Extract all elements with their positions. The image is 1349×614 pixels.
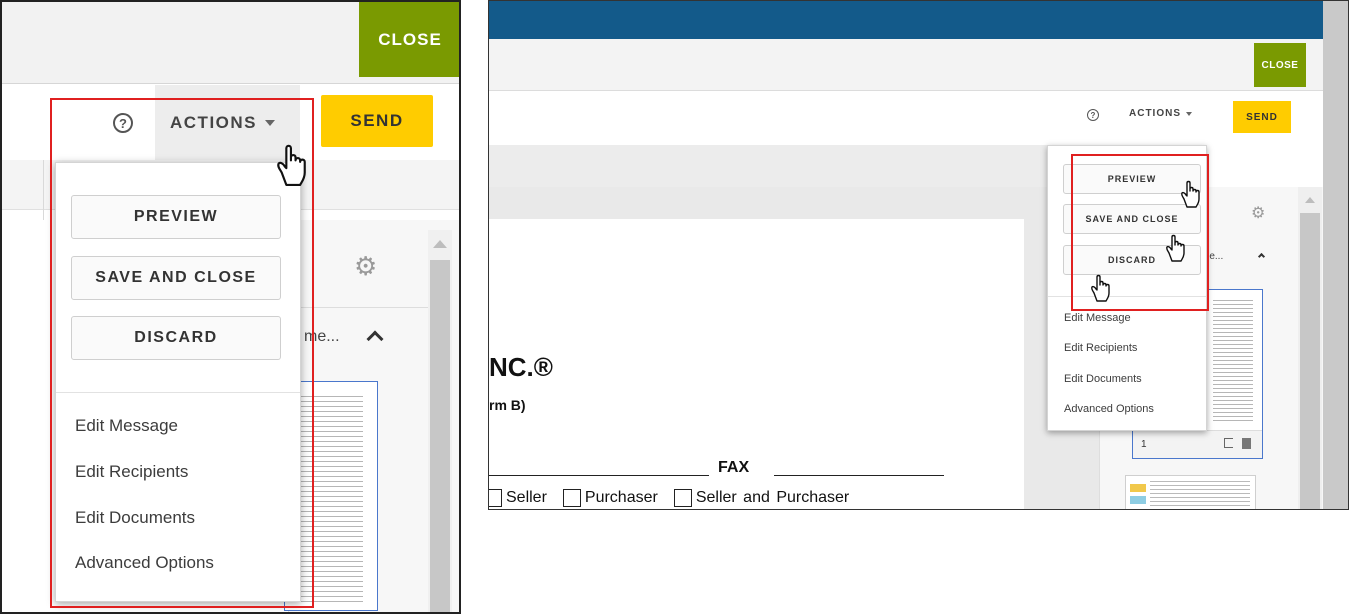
menu-item-advanced-options[interactable]: Advanced Options xyxy=(1064,403,1154,415)
trash-icon[interactable] xyxy=(1242,438,1251,449)
hand-cursor-icon xyxy=(277,144,306,187)
gear-icon[interactable]: ⚙ xyxy=(354,251,377,282)
checkbox-seller[interactable] xyxy=(489,489,502,507)
rotate-icon[interactable] xyxy=(1224,438,1233,448)
checkbox-seller-and-purchaser-label: Seller and Purchaser xyxy=(695,489,850,506)
actions-label: ACTIONS xyxy=(1129,108,1181,119)
close-button[interactable]: CLOSE xyxy=(1254,43,1306,87)
menu-item-edit-documents[interactable]: Edit Documents xyxy=(1064,373,1142,385)
scrollbar-thumb[interactable] xyxy=(1300,213,1320,509)
gear-icon[interactable]: ⚙ xyxy=(1251,203,1265,223)
checkbox-purchaser[interactable] xyxy=(562,489,581,507)
checkbox-row: Seller Purchaser Seller and Purchaser xyxy=(489,489,849,507)
hand-cursor-icon xyxy=(1166,234,1185,262)
header-bar xyxy=(489,39,1348,91)
next-document-thumbnail[interactable] xyxy=(1125,475,1256,509)
hand-cursor-icon xyxy=(1091,274,1110,302)
top-blue-bar xyxy=(489,1,1348,39)
tab-row xyxy=(489,145,1059,187)
fax-line-left xyxy=(489,475,709,476)
page-number: 1 xyxy=(1141,439,1147,450)
actions-dropdown[interactable]: ACTIONS xyxy=(1129,108,1192,119)
checkbox-purchaser-label: Purchaser xyxy=(584,489,658,506)
document-subheading: rm B) xyxy=(489,397,526,413)
scrollbar-thumb[interactable] xyxy=(430,260,450,612)
document-heading: NC.® xyxy=(489,352,553,382)
send-button[interactable]: SEND xyxy=(1233,101,1291,133)
left-divider xyxy=(43,160,44,220)
help-circle-icon[interactable]: ? xyxy=(1087,109,1099,121)
document-page: NC.® rm B) FAX Seller Purchaser Seller a… xyxy=(489,219,1024,509)
menu-item-edit-recipients[interactable]: Edit Recipients xyxy=(1064,342,1137,354)
close-button[interactable]: CLOSE xyxy=(359,2,459,77)
fax-line-right xyxy=(774,475,944,476)
right-screenshot: CLOSE ? ACTIONS SEND NC.® rm B) FAX Sell… xyxy=(488,0,1349,510)
left-screenshot: CLOSE ? ACTIONS SEND ⚙ me... PREVIEW SAV… xyxy=(0,0,461,614)
caret-down-icon xyxy=(1186,111,1192,116)
scroll-up-icon[interactable] xyxy=(433,240,447,248)
hand-cursor-icon xyxy=(1181,180,1200,208)
menu-item-edit-message[interactable]: Edit Message xyxy=(1064,312,1131,324)
send-button[interactable]: SEND xyxy=(321,95,433,147)
checkbox-seller-label: Seller xyxy=(506,489,547,506)
scroll-up-icon[interactable] xyxy=(1305,197,1315,203)
checkbox-seller-and-purchaser[interactable] xyxy=(673,489,692,507)
fax-label: FAX xyxy=(718,459,750,476)
window-scrollbar[interactable] xyxy=(1323,1,1348,509)
